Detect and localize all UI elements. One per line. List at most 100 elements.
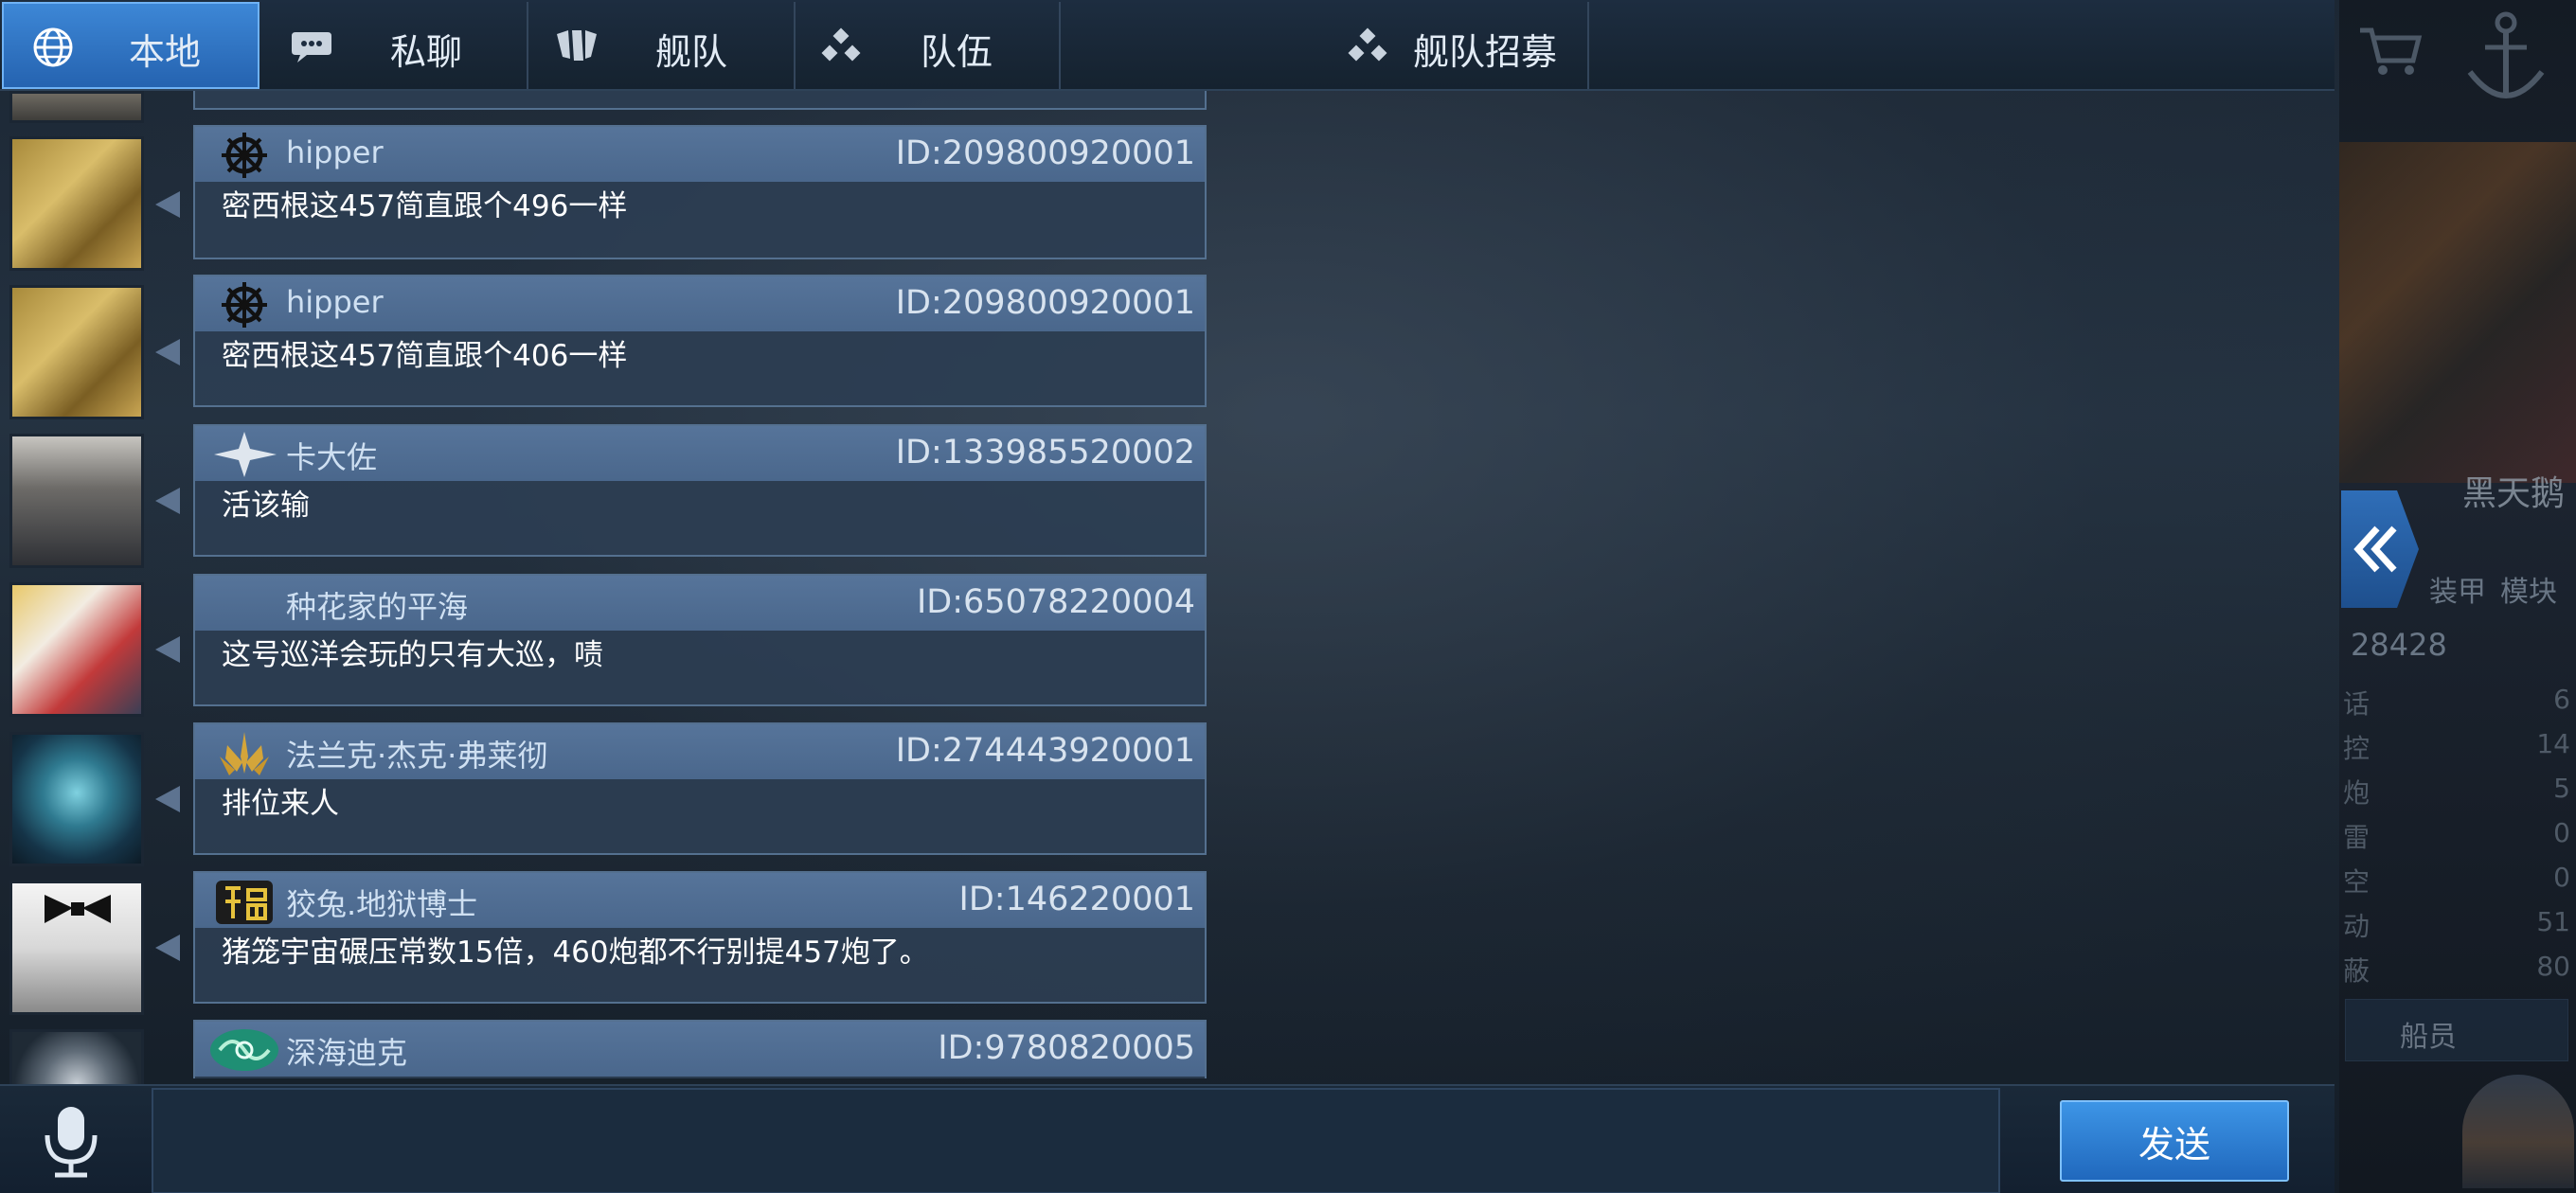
stat-label: 控 <box>2343 733 2370 764</box>
tab-label: 舰队招募 <box>1413 31 1558 73</box>
fu-badge-icon <box>216 881 273 924</box>
shop-cart-icon[interactable] <box>2356 25 2424 78</box>
deep-sea-icon <box>210 1029 278 1071</box>
sender-id: ID:146220001 <box>958 881 1195 918</box>
sender-name[interactable]: 种花家的平海 <box>286 583 468 627</box>
sender-name[interactable]: 卡大佐 <box>286 434 377 477</box>
sender-id: ID:9780820005 <box>938 1029 1195 1067</box>
avatar[interactable] <box>9 285 144 419</box>
tab-private-chat[interactable]: 私聊 <box>261 2 528 89</box>
bubble-pointer <box>155 786 180 812</box>
chat-message[interactable]: hipper ID:209800920001 密西根这457简直跟个496一样 <box>193 125 1207 259</box>
chat-message[interactable]: 法兰克·杰克·弗莱彻 ID:274443920001 排位来人 <box>193 722 1207 855</box>
team-dots-icon <box>821 27 861 62</box>
stat-value: 51 <box>2536 906 2570 937</box>
stat-label: 动 <box>2343 911 2370 942</box>
tab-fleet[interactable]: 舰队 <box>530 2 796 89</box>
stat-value: 0 <box>2553 862 2570 893</box>
chat-message[interactable]: 种花家的平海 ID:65078220004 这号巡洋会玩的只有大巡，啧 <box>193 574 1207 706</box>
captain-avatar[interactable] <box>2462 1075 2574 1188</box>
stat-value: 14 <box>2536 728 2570 759</box>
crew-button-label: 船员 <box>2400 1021 2457 1054</box>
sender-id: ID:209800920001 <box>895 284 1195 322</box>
sender-name[interactable]: 深海迪克 <box>286 1029 407 1073</box>
bow-tie-icon <box>45 895 111 923</box>
message-text: 密西根这457简直跟个496一样 <box>222 189 628 223</box>
sender-name[interactable]: hipper <box>286 134 384 170</box>
anchor-icon[interactable] <box>2459 6 2553 112</box>
stat-value: 6 <box>2553 684 2570 715</box>
sender-name[interactable]: hipper <box>286 284 384 320</box>
avatar[interactable] <box>9 434 144 568</box>
stat-row: 蔽 80 <box>2343 947 2570 987</box>
tab-local[interactable]: 本地 <box>2 2 259 89</box>
bubble-pointer <box>155 488 180 514</box>
sender-name[interactable]: 狡兔.地狱博士 <box>286 881 477 924</box>
stat-row: 控 14 <box>2343 724 2570 764</box>
stat-row: 炮5 <box>2343 769 2570 809</box>
tab-fleet-recruit[interactable]: 舰队招募 <box>1063 2 1589 89</box>
microphone-icon[interactable] <box>28 1101 114 1183</box>
avatar[interactable] <box>9 732 144 866</box>
sender-id: ID:65078220004 <box>916 583 1195 621</box>
stat-label: 话 <box>2343 688 2370 720</box>
sender-id: ID:133985520002 <box>895 434 1195 472</box>
message-bubble-partial <box>193 91 1207 110</box>
tab-label: 本地 <box>129 31 202 73</box>
stat-label: 空 <box>2343 866 2370 898</box>
tab-label: 舰队 <box>655 31 728 73</box>
recruit-dots-icon <box>1348 27 1387 62</box>
message-text: 排位来人 <box>222 787 339 821</box>
chat-message[interactable]: 卡大佐 ID:133985520002 活该输 <box>193 424 1207 557</box>
power-value: 28428 <box>2351 627 2447 663</box>
chat-input-bar: 发送 <box>0 1084 2334 1193</box>
bubble-pointer <box>155 935 180 961</box>
avatar[interactable] <box>9 881 144 1015</box>
send-button-label: 发送 <box>2138 1123 2210 1166</box>
avatar[interactable] <box>9 1029 144 1084</box>
sender-id: ID:209800920001 <box>895 134 1195 172</box>
crew-button[interactable] <box>2345 999 2568 1061</box>
stat-row: 动 51 <box>2343 902 2570 942</box>
tab-label: 队伍 <box>921 31 993 73</box>
sender-name[interactable]: 法兰克·杰克·弗莱彻 <box>286 732 547 775</box>
sender-id: ID:274443920001 <box>895 732 1195 770</box>
stat-label: 蔽 <box>2343 955 2370 987</box>
stat-row: 话6 <box>2343 680 2570 720</box>
chat-message[interactable]: hipper ID:209800920001 密西根这457简直跟个406一样 <box>193 275 1207 407</box>
module-tab[interactable]: 模块 <box>2500 568 2557 610</box>
chat-message[interactable]: 深海迪克 ID:9780820005 <box>193 1020 1207 1078</box>
ship-wheel-icon <box>222 282 267 328</box>
globe-icon <box>33 27 73 67</box>
avatar[interactable] <box>9 91 144 123</box>
tab-team[interactable]: 队伍 <box>797 2 1061 89</box>
message-text: 这号巡洋会玩的只有大巡，啧 <box>222 638 603 672</box>
avatar[interactable] <box>9 136 144 271</box>
gold-laurel-icon <box>220 732 269 775</box>
message-text: 密西根这457简直跟个406一样 <box>222 339 628 373</box>
stat-label: 雷 <box>2343 822 2370 853</box>
stat-row: 空0 <box>2343 858 2570 898</box>
stat-value: 0 <box>2553 817 2570 848</box>
channel-tab-bar: 本地 私聊 舰队 队伍 舰队招募 <box>0 0 2334 91</box>
ship-name: 黑天鹅 <box>2462 474 2566 513</box>
bubble-pointer <box>155 191 180 218</box>
star-rank-icon <box>214 432 277 477</box>
message-input[interactable] <box>152 1088 2000 1193</box>
stat-label: 炮 <box>2343 777 2370 809</box>
stat-row: 雷0 <box>2343 813 2570 853</box>
tab-label: 私聊 <box>390 31 463 73</box>
message-text: 猪笼宇宙碾压常数15倍，460炮都不行别提457炮了。 <box>222 935 929 970</box>
avatar[interactable] <box>9 582 144 717</box>
send-button[interactable]: 发送 <box>2060 1100 2289 1182</box>
ship-wheel-icon <box>222 133 267 178</box>
armor-tab[interactable]: 装甲 <box>2429 568 2486 610</box>
bubble-pointer <box>155 339 180 365</box>
chat-bubble-icon <box>292 32 331 62</box>
chat-message[interactable]: 狡兔.地狱博士 ID:146220001 猪笼宇宙碾压常数15倍，460炮都不行… <box>193 871 1207 1004</box>
ship-portrait <box>2339 142 2576 483</box>
bubble-pointer <box>155 636 180 663</box>
fleet-emblem-icon <box>557 30 597 61</box>
double-chevron-left-icon <box>2353 525 2397 573</box>
stat-value: 5 <box>2553 773 2570 804</box>
